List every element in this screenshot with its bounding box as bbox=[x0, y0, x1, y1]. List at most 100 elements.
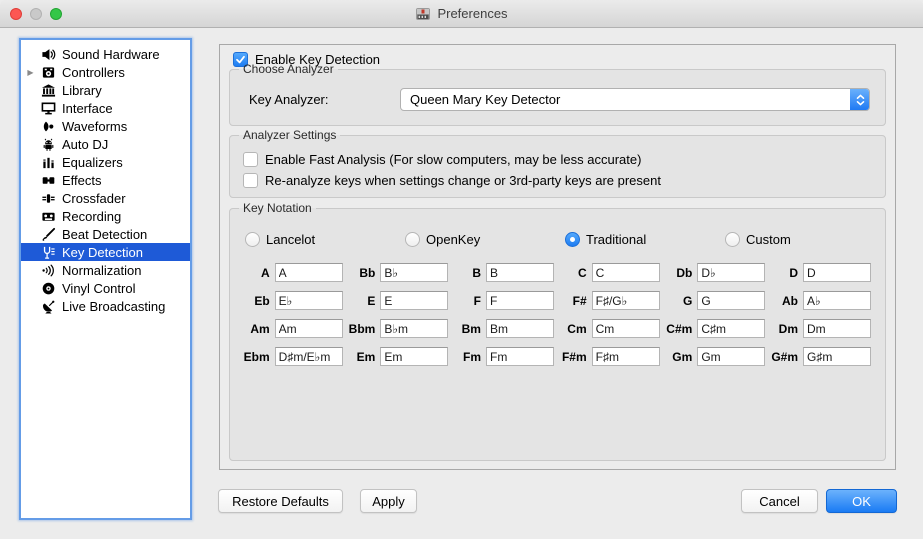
key-notation-input-a[interactable] bbox=[275, 263, 343, 282]
ok-button[interactable]: OK bbox=[826, 489, 897, 513]
checkbox-label: Enable Fast Analysis (For slow computers… bbox=[265, 152, 641, 167]
traffic-lights bbox=[10, 8, 62, 20]
notation-option-lancelot[interactable]: Lancelot bbox=[245, 232, 405, 247]
restore-defaults-button[interactable]: Restore Defaults bbox=[218, 489, 343, 513]
sidebar-item-label: Controllers bbox=[62, 65, 125, 80]
sidebar-item-live-broadcasting[interactable]: Live Broadcasting bbox=[21, 297, 190, 315]
sidebar-item-vinyl-control[interactable]: Vinyl Control bbox=[21, 279, 190, 297]
key-notation-input-d[interactable] bbox=[803, 263, 871, 282]
sidebar-item-label: Normalization bbox=[62, 263, 141, 278]
sidebar-item-waveforms[interactable]: Waveforms bbox=[21, 117, 190, 135]
key-cell-am: Am bbox=[243, 319, 343, 338]
checkbox[interactable] bbox=[243, 173, 258, 188]
key-label: F# bbox=[560, 294, 587, 308]
choose-analyzer-group-label: Choose Analyzer bbox=[239, 62, 338, 76]
key-cell-bb: Bb bbox=[349, 263, 449, 282]
sidebar-item-normalization[interactable]: Normalization bbox=[21, 261, 190, 279]
notation-option-custom[interactable]: Custom bbox=[725, 232, 885, 247]
key-detection-panel: Enable Key Detection Choose Analyzer Key… bbox=[219, 44, 896, 470]
key-label: Bb bbox=[349, 266, 376, 280]
key-notation-input-am[interactable] bbox=[275, 319, 343, 338]
key-notation-input-e[interactable] bbox=[380, 291, 448, 310]
key-cell-gm: Gm bbox=[666, 347, 766, 366]
disclosure-triangle-icon[interactable]: ▶ bbox=[21, 68, 40, 77]
dropdown-chevrons-icon bbox=[850, 88, 870, 111]
key-cell-ebm: Ebm bbox=[243, 347, 343, 366]
key-notation-input-bb[interactable] bbox=[380, 263, 448, 282]
key-notation-input-c-m[interactable] bbox=[697, 319, 765, 338]
key-label: Gm bbox=[666, 350, 693, 364]
library-icon bbox=[40, 82, 56, 98]
sidebar-item-label: Auto DJ bbox=[62, 137, 108, 152]
key-label: Am bbox=[243, 322, 270, 336]
key-cell-db: Db bbox=[666, 263, 766, 282]
sidebar-list: Sound Hardware ▶ Controllers Library Interfa… bbox=[21, 45, 190, 315]
key-notation-input-cm[interactable] bbox=[592, 319, 660, 338]
key-notation-input-eb[interactable] bbox=[275, 291, 343, 310]
sidebar-item-beat-detection[interactable]: Beat Detection bbox=[21, 225, 190, 243]
key-notation-input-gm[interactable] bbox=[697, 347, 765, 366]
key-notation-input-dm[interactable] bbox=[803, 319, 871, 338]
key-cell-g-m: G#m bbox=[771, 347, 871, 366]
key-analyzer-dropdown[interactable]: Queen Mary Key Detector bbox=[400, 88, 870, 111]
sidebar-item-label: Sound Hardware bbox=[62, 47, 160, 62]
sidebar-item-interface[interactable]: Interface bbox=[21, 99, 190, 117]
sidebar-item-recording[interactable]: Recording bbox=[21, 207, 190, 225]
key-label: Bbm bbox=[349, 322, 376, 336]
sidebar-item-sound-hardware[interactable]: Sound Hardware bbox=[21, 45, 190, 63]
sidebar-item-label: Library bbox=[62, 83, 102, 98]
key-notation-input-b[interactable] bbox=[486, 263, 554, 282]
key-label: Ab bbox=[771, 294, 798, 308]
notation-option-openkey[interactable]: OpenKey bbox=[405, 232, 565, 247]
key-notation-input-g[interactable] bbox=[697, 291, 765, 310]
sidebar-item-equalizers[interactable]: Equalizers bbox=[21, 153, 190, 171]
sidebar-item-key-detection[interactable]: Key Detection bbox=[21, 243, 190, 261]
key-cell-eb: Eb bbox=[243, 291, 343, 310]
key-notation-input-ebm[interactable] bbox=[275, 347, 343, 366]
close-button[interactable] bbox=[10, 8, 22, 20]
key-notation-input-fm[interactable] bbox=[486, 347, 554, 366]
notation-option-traditional[interactable]: Traditional bbox=[565, 232, 725, 247]
zoom-button[interactable] bbox=[50, 8, 62, 20]
key-label: Cm bbox=[560, 322, 587, 336]
minimize-button[interactable] bbox=[30, 8, 42, 20]
key-notation-input-bbm[interactable] bbox=[380, 319, 448, 338]
radio-button[interactable] bbox=[245, 232, 260, 247]
checkbox-label: Re-analyze keys when settings change or … bbox=[265, 173, 661, 188]
sidebar-item-effects[interactable]: Effects bbox=[21, 171, 190, 189]
radio-button[interactable] bbox=[565, 232, 580, 247]
key-label: Ebm bbox=[243, 350, 270, 364]
radio-button[interactable] bbox=[725, 232, 740, 247]
sidebar-item-crossfader[interactable]: Crossfader bbox=[21, 189, 190, 207]
key-notation-input-g-m[interactable] bbox=[803, 347, 871, 366]
sidebar-item-label: Waveforms bbox=[62, 119, 127, 134]
key-notation-input-em[interactable] bbox=[380, 347, 448, 366]
radio-button[interactable] bbox=[405, 232, 420, 247]
key-cell-f-m: F#m bbox=[560, 347, 660, 366]
key-notation-input-bm[interactable] bbox=[486, 319, 554, 338]
key-label: D bbox=[771, 266, 798, 280]
key-notation-input-c[interactable] bbox=[592, 263, 660, 282]
sidebar-item-library[interactable]: Library bbox=[21, 81, 190, 99]
key-label: F bbox=[454, 294, 481, 308]
option-row-re-analyze-keys-when-settings-: Re-analyze keys when settings change or … bbox=[243, 171, 885, 190]
key-notation-input-f[interactable] bbox=[486, 291, 554, 310]
cancel-button[interactable]: Cancel bbox=[741, 489, 818, 513]
key-cell-bm: Bm bbox=[454, 319, 554, 338]
key-cell-dm: Dm bbox=[771, 319, 871, 338]
key-cell-fm: Fm bbox=[454, 347, 554, 366]
key-notation-input-f-m[interactable] bbox=[592, 347, 660, 366]
preferences-sidebar: Sound Hardware ▶ Controllers Library Interfa… bbox=[19, 38, 192, 520]
sidebar-item-label: Interface bbox=[62, 101, 113, 116]
key-notation-input-f[interactable] bbox=[592, 291, 660, 310]
tuning-fork-icon bbox=[40, 244, 56, 260]
title-bar: Preferences bbox=[0, 0, 923, 28]
key-label: B bbox=[454, 266, 481, 280]
key-notation-input-ab[interactable] bbox=[803, 291, 871, 310]
apply-button[interactable]: Apply bbox=[360, 489, 417, 513]
checkbox[interactable] bbox=[243, 152, 258, 167]
key-cell-f: F# bbox=[560, 291, 660, 310]
sidebar-item-auto-dj[interactable]: Auto DJ bbox=[21, 135, 190, 153]
key-notation-input-db[interactable] bbox=[697, 263, 765, 282]
sidebar-item-controllers[interactable]: ▶ Controllers bbox=[21, 63, 190, 81]
